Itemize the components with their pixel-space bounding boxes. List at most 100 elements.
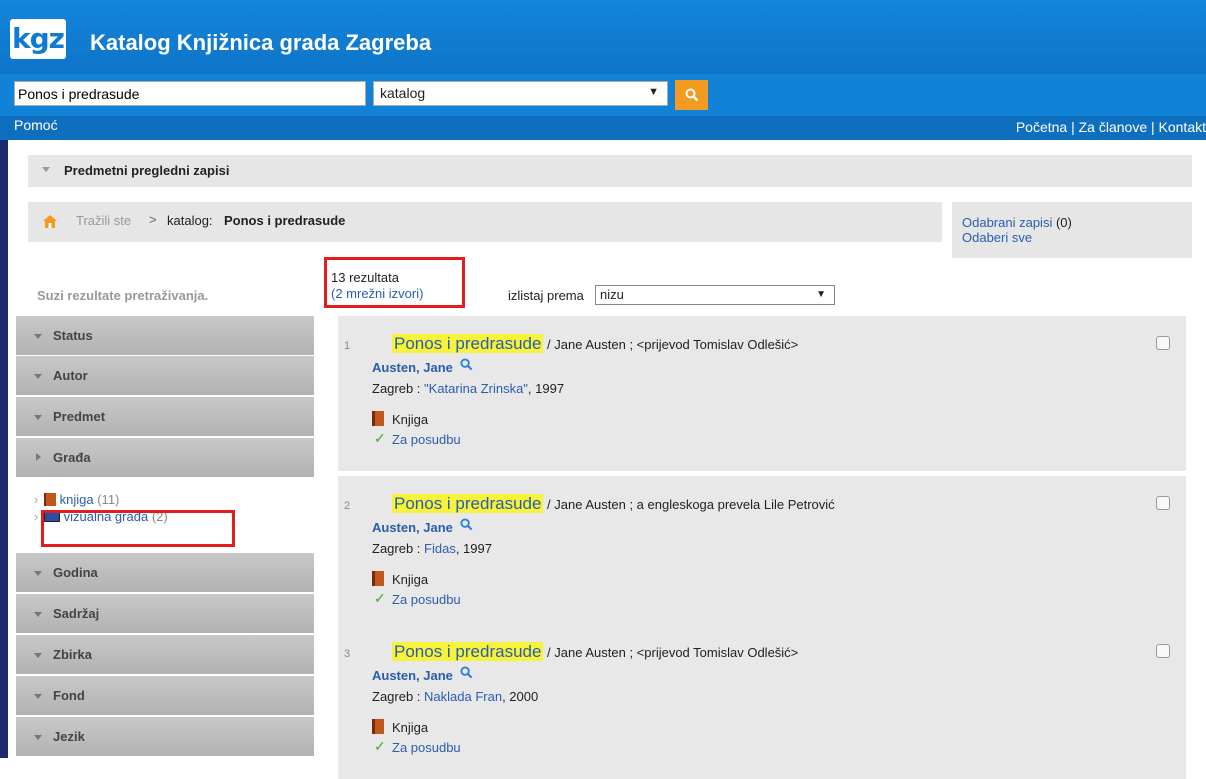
chevron-right-icon: › (34, 509, 39, 524)
book-icon (372, 719, 384, 734)
record-number: 3 (344, 648, 351, 660)
record-select-checkbox[interactable] (1156, 496, 1170, 510)
help-link[interactable]: Pomoć (14, 117, 58, 133)
facet-sadrzaj[interactable]: Sadržaj (16, 594, 314, 634)
record-title-link[interactable]: Ponos i predrasude (392, 494, 544, 513)
breadcrumb-scope: katalog: (167, 213, 213, 228)
record-publisher-link[interactable]: Fidas (424, 541, 456, 556)
facet-option-label: knjiga (59, 492, 94, 507)
result-record: 3 Ponos i predrasude / Jane Austen ; <pr… (338, 624, 1186, 779)
record-type: Knjiga (392, 412, 429, 427)
record-availability-link[interactable]: Za posudbu (392, 740, 461, 755)
network-sources-link[interactable]: (2 mrežni izvori) (331, 286, 423, 301)
record-place: Zagreb : (372, 541, 425, 556)
facet-label: Fond (53, 688, 85, 703)
facet-godina[interactable]: Godina (16, 553, 314, 593)
record-place: Zagreb : (372, 689, 425, 704)
facet-predmet[interactable]: Predmet (16, 397, 314, 437)
record-year: , 1997 (527, 381, 565, 396)
record-title-line: Ponos i predrasude / Jane Austen ; <prij… (392, 334, 798, 354)
result-record: 1 Ponos i predrasude / Jane Austen ; <pr… (338, 316, 1186, 471)
chevron-down-icon (34, 571, 42, 576)
search-button[interactable] (675, 80, 708, 110)
record-publisher-link[interactable]: Naklada Fran (424, 689, 502, 704)
selected-count: (0) (1055, 215, 1072, 230)
record-publisher-link[interactable]: "Katarina Zrinska" (424, 381, 528, 396)
sort-label: izlistaj prema (508, 288, 584, 303)
catalog-select[interactable]: katalog ▼ (373, 81, 668, 106)
record-title-link[interactable]: Ponos i predrasude (392, 334, 544, 353)
search-icon[interactable] (460, 518, 473, 531)
record-author-link[interactable]: Austen, Jane (372, 520, 453, 535)
chevron-down-icon (34, 653, 42, 658)
record-statement: / Jane Austen ; <prijevod Tomislav Odleš… (543, 337, 799, 352)
left-edge-strip (0, 140, 8, 758)
record-year: , 1997 (455, 541, 492, 556)
facet-status[interactable]: Status (16, 316, 314, 356)
record-select-checkbox[interactable] (1156, 644, 1170, 658)
result-record: 2 Ponos i predrasude / Jane Austen ; a e… (338, 476, 1186, 631)
search-icon (685, 88, 698, 102)
facet-label: Predmet (53, 409, 106, 424)
book-icon (372, 411, 384, 426)
select-all-link[interactable]: Odaberi sve (962, 230, 1032, 245)
subject-records-bar[interactable]: Predmetni pregledni zapisi (28, 155, 1192, 187)
record-imprint: Zagreb : "Katarina Zrinska", 1997 (372, 381, 564, 396)
selected-records-link[interactable]: Odabrani zapisi (0) (962, 215, 1072, 230)
search-icon[interactable] (460, 666, 473, 679)
top-nav-links[interactable]: Početna | Za članove | Kontakt (1016, 119, 1206, 135)
sort-select[interactable]: nizu ▼ (595, 285, 835, 305)
result-count: 13 rezultata (331, 270, 399, 285)
sort-select-value: nizu (600, 287, 624, 302)
chevron-down-icon (34, 735, 42, 740)
kgz-logo[interactable]: kgz (10, 19, 66, 59)
book-icon (44, 493, 56, 506)
dropdown-arrow-icon: ▼ (648, 86, 659, 98)
breadcrumb-prefix[interactable]: Tražili ste (76, 213, 131, 228)
facet-grada[interactable]: Građa (16, 438, 314, 478)
catalog-select-value: katalog (380, 85, 426, 101)
record-type: Knjiga (392, 720, 429, 735)
chevron-down-icon (42, 167, 50, 172)
search-input[interactable] (14, 81, 366, 106)
search-icon[interactable] (460, 358, 473, 371)
facet-jezik[interactable]: Jezik (16, 717, 314, 757)
record-title-line: Ponos i predrasude / Jane Austen ; <prij… (392, 642, 798, 662)
record-statement: / Jane Austen ; <prijevod Tomislav Odleš… (543, 645, 799, 660)
record-number: 2 (344, 500, 351, 512)
record-availability-link[interactable]: Za posudbu (392, 432, 461, 447)
record-select-checkbox[interactable] (1156, 336, 1170, 350)
record-availability-link[interactable]: Za posudbu (392, 592, 461, 607)
record-author-link[interactable]: Austen, Jane (372, 360, 453, 375)
facet-option-count: (11) (97, 492, 120, 507)
annotation-highlight-box (41, 510, 235, 547)
chevron-right-icon (36, 453, 41, 461)
home-icon[interactable] (42, 214, 58, 229)
record-imprint: Zagreb : Naklada Fran, 2000 (372, 689, 538, 704)
facet-label: Status (53, 328, 93, 343)
facet-autor[interactable]: Autor (16, 356, 314, 396)
checkmark-icon: ✓ (374, 430, 386, 446)
chevron-down-icon (34, 334, 42, 339)
dropdown-arrow-icon: ▼ (816, 289, 826, 300)
record-type: Knjiga (392, 572, 429, 587)
record-statement: / Jane Austen ; a engleskoga prevela Lil… (543, 497, 835, 512)
facet-label: Godina (53, 565, 98, 580)
site-title: Katalog Knjižnica grada Zagreba (90, 30, 432, 55)
record-title-link[interactable]: Ponos i predrasude (392, 642, 544, 661)
record-place: Zagreb : (372, 381, 425, 396)
narrow-results-label: Suzi rezultate pretraživanja. (37, 288, 209, 303)
record-imprint: Zagreb : Fidas, 1997 (372, 541, 492, 556)
facet-zbirka[interactable]: Zbirka (16, 635, 314, 675)
chevron-down-icon (34, 612, 42, 617)
facet-fond[interactable]: Fond (16, 676, 314, 716)
checkmark-icon: ✓ (374, 590, 386, 606)
facet-label: Sadržaj (53, 606, 100, 621)
subject-records-label: Predmetni pregledni zapisi (64, 163, 230, 178)
breadcrumb-term: Ponos i predrasude (224, 213, 346, 228)
chevron-down-icon (34, 374, 42, 379)
chevron-down-icon (34, 694, 42, 699)
facet-option-knjiga[interactable]: › knjiga (11) (34, 492, 120, 507)
record-title-line: Ponos i predrasude / Jane Austen ; a eng… (392, 494, 835, 514)
record-author-link[interactable]: Austen, Jane (372, 668, 453, 683)
